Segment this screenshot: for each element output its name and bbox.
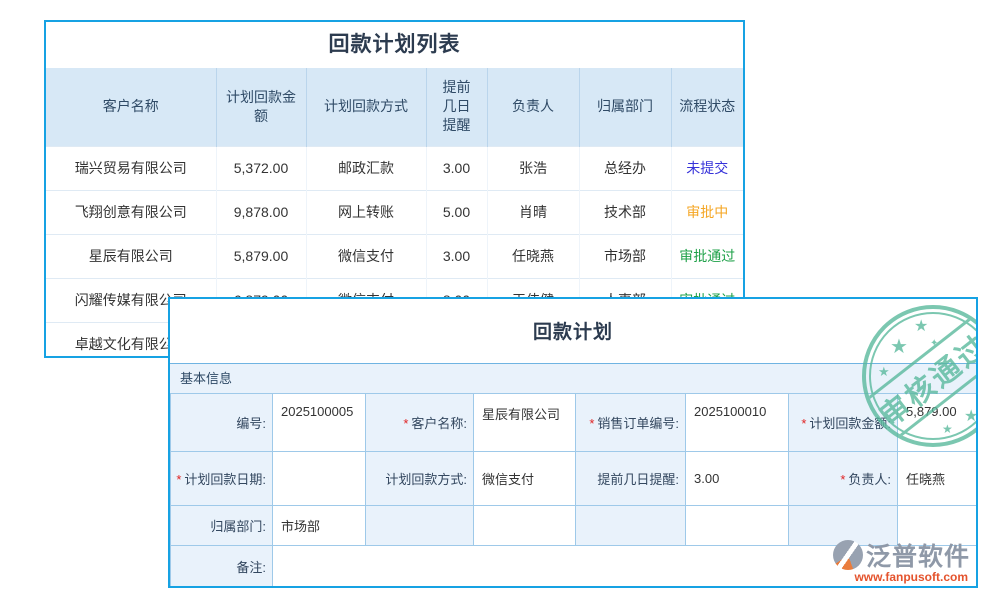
amount-cell: 5,372.00 [216, 146, 306, 190]
form-row: *计划回款日期: 计划回款方式: 微信支付 提前几日提醒: 3.00 *负责人:… [171, 452, 977, 506]
status-badge[interactable]: 审批通过 [671, 234, 743, 278]
fanpu-logo-url: www.fanpusoft.com [854, 570, 968, 584]
modal-title: 回款计划 [170, 299, 976, 363]
column-header-method: 计划回款方式 [306, 68, 426, 146]
method-cell: 微信支付 [306, 234, 426, 278]
remind-days-cell: 5.00 [426, 190, 487, 234]
field-label-text: 销售订单编号: [597, 416, 679, 431]
field-label-plan-amount: *计划回款金额: [789, 394, 898, 452]
list-title: 回款计划列表 [46, 22, 743, 68]
remind-days-cell: 3.00 [426, 234, 487, 278]
dept-link[interactable]: 技术部 [579, 190, 671, 234]
field-value-remind-days[interactable]: 3.00 [686, 452, 789, 506]
field-label-owner: *负责人: [789, 452, 898, 506]
field-value-owner[interactable]: 任晓燕 [898, 452, 977, 506]
column-header-customer: 客户名称 [46, 68, 216, 146]
field-label-text: 计划回款日期: [184, 472, 266, 487]
column-header-status: 流程状态 [671, 68, 743, 146]
dept-link[interactable]: 总经办 [579, 146, 671, 190]
status-badge[interactable]: 审批中 [671, 190, 743, 234]
column-header-remind-days: 提前几日提醒 [426, 68, 487, 146]
form-row: 编号: 2025100005 *客户名称: 星辰有限公司 *销售订单编号: 20… [171, 394, 977, 452]
empty-value-cell[interactable] [686, 506, 789, 546]
customer-link[interactable]: 星辰有限公司 [46, 234, 216, 278]
field-value-sales-order-no[interactable]: 2025100010 [686, 394, 789, 452]
field-label-text: 客户名称: [411, 416, 467, 431]
field-label-remind-days: 提前几日提醒: [576, 452, 686, 506]
field-label-plan-method: 计划回款方式: [366, 452, 474, 506]
field-label-customer-name: *客户名称: [366, 394, 474, 452]
field-value-plan-date[interactable] [273, 452, 366, 506]
table-header-row: 客户名称 计划回款金额 计划回款方式 提前几日提醒 负责人 归属部门 流程状态 [46, 68, 743, 146]
required-asterisk: * [840, 472, 845, 487]
field-value-customer-name[interactable]: 星辰有限公司 [474, 394, 576, 452]
field-value-plan-method[interactable]: 微信支付 [474, 452, 576, 506]
empty-label-cell [576, 506, 686, 546]
field-label-dept: 归属部门: [171, 506, 273, 546]
empty-value-cell[interactable] [474, 506, 576, 546]
required-asterisk: * [589, 416, 594, 431]
field-label-text: 负责人: [848, 472, 891, 487]
fanpu-logo-row: 泛普软件 [833, 537, 970, 573]
amount-cell: 9,878.00 [216, 190, 306, 234]
field-label-text: 归属部门: [210, 519, 266, 534]
dept-link[interactable]: 市场部 [579, 234, 671, 278]
table-row: 星辰有限公司 5,879.00 微信支付 3.00 任晓燕 市场部 审批通过 [46, 234, 743, 278]
empty-label-cell [366, 506, 474, 546]
fanpu-logo-icon [833, 540, 863, 570]
field-label-text: 编号: [236, 416, 266, 431]
field-label-text: 计划回款金额: [809, 416, 891, 431]
owner-link[interactable]: 任晓燕 [487, 234, 579, 278]
remind-days-cell: 3.00 [426, 146, 487, 190]
required-asterisk: * [403, 416, 408, 431]
field-label-text: 计划回款方式: [385, 472, 467, 487]
collection-plan-modal: 回款计划 基本信息 编号: 2025100005 *客户名称: 星辰有限公司 *… [168, 297, 978, 588]
field-label-number: 编号: [171, 394, 273, 452]
field-value-number[interactable]: 2025100005 [273, 394, 366, 452]
required-asterisk: * [176, 472, 181, 487]
owner-link[interactable]: 张浩 [487, 146, 579, 190]
owner-link[interactable]: 肖晴 [487, 190, 579, 234]
fanpu-logo-name: 泛普软件 [866, 537, 970, 573]
amount-cell: 5,879.00 [216, 234, 306, 278]
field-label-text: 提前几日提醒: [597, 472, 679, 487]
field-label-plan-date: *计划回款日期: [171, 452, 273, 506]
table-row: 瑞兴贸易有限公司 5,372.00 邮政汇款 3.00 张浩 总经办 未提交 [46, 146, 743, 190]
column-header-owner: 负责人 [487, 68, 579, 146]
section-basic-info: 基本信息 [170, 363, 976, 393]
field-value-plan-amount[interactable]: 5,879.00 [898, 394, 977, 452]
field-label-remark: 备注: [171, 546, 273, 587]
table-row: 飞翔创意有限公司 9,878.00 网上转账 5.00 肖晴 技术部 审批中 [46, 190, 743, 234]
field-label-text: 备注: [236, 560, 266, 575]
field-label-sales-order-no: *销售订单编号: [576, 394, 686, 452]
column-header-amount: 计划回款金额 [216, 68, 306, 146]
method-cell: 网上转账 [306, 190, 426, 234]
required-asterisk: * [801, 416, 806, 431]
field-value-dept[interactable]: 市场部 [273, 506, 366, 546]
column-header-dept: 归属部门 [579, 68, 671, 146]
method-cell: 邮政汇款 [306, 146, 426, 190]
customer-link[interactable]: 飞翔创意有限公司 [46, 190, 216, 234]
status-badge[interactable]: 未提交 [671, 146, 743, 190]
fanpu-logo: 泛普软件 www.fanpusoft.com [833, 537, 970, 584]
customer-link[interactable]: 瑞兴贸易有限公司 [46, 146, 216, 190]
